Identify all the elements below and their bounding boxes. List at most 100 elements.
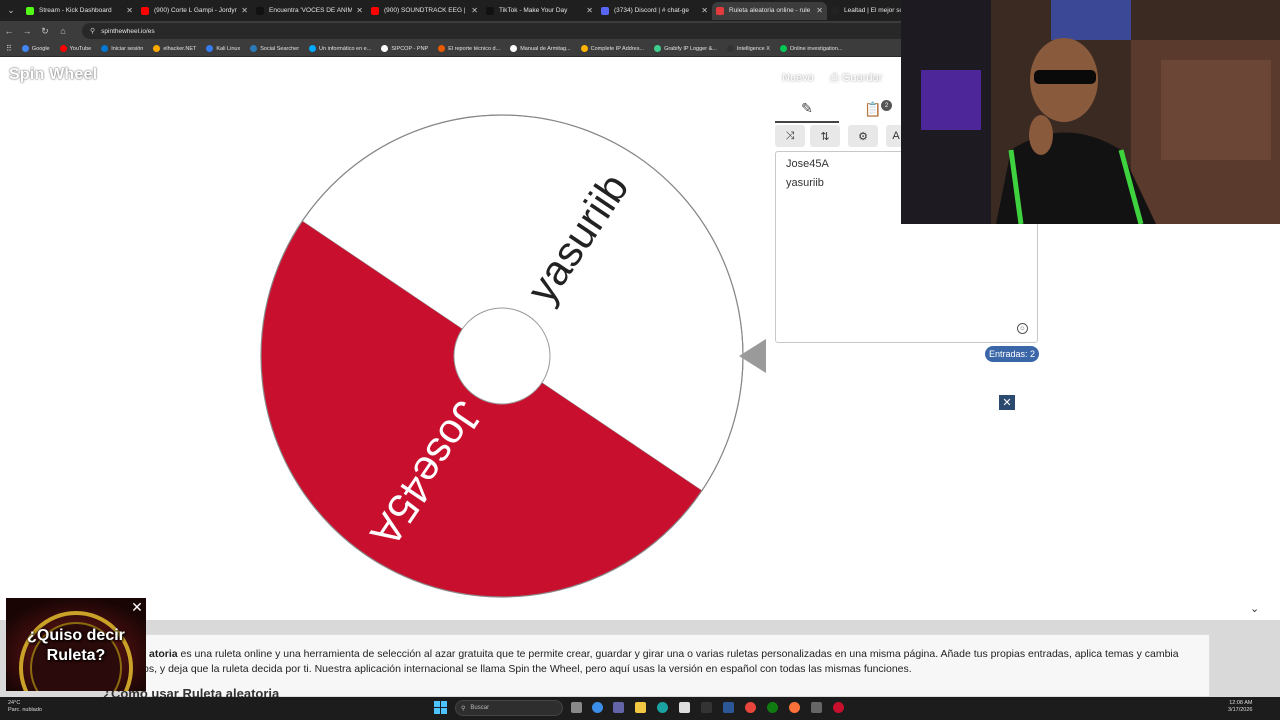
wheel-pointer [739,339,766,373]
bookmark-item[interactable]: elhacker.NET [153,45,196,52]
bookmark-label: Online investigation... [789,45,843,52]
clock-date: 3/17/2026 [1228,707,1253,713]
tab-close-icon[interactable]: ✕ [586,6,593,15]
shuffle-button[interactable]: ⤨ [775,125,805,147]
address-bar[interactable]: ⚲ spinthewheel.io/es [82,23,952,39]
bookmark-item[interactable]: El reporte técnico d... [438,45,500,52]
tab-entries[interactable]: ✎ [775,95,839,123]
search-placeholder: Buscar [470,705,490,711]
tab-close-icon[interactable]: ✕ [126,6,133,15]
url-text: spinthewheel.io/es [101,27,155,35]
bookmark-label: Complete IP Addres... [590,45,645,52]
settings-button[interactable]: ⚙ [848,125,878,147]
bookmark-item[interactable]: Un informático en e... [309,45,371,52]
tab-close-icon[interactable]: ✕ [816,6,823,15]
bookmark-favicon-icon [438,45,446,52]
bookmark-item[interactable]: Complete IP Addres... [580,45,645,52]
description-bold: atoria [149,648,178,660]
tab-favicon-icon [371,6,379,15]
weather-temp: 24°C [8,700,21,706]
tab-favicon-icon [256,6,264,15]
bookmark-favicon-icon [59,45,67,52]
bookmark-favicon-icon [654,45,662,52]
bookmark-item[interactable]: Social Searcher [250,45,299,52]
tab-close-icon[interactable]: ✕ [356,6,363,15]
description-text-2: os, y deja que la ruleta decida por ti. … [143,663,912,675]
firefox-icon[interactable] [789,702,800,713]
bookmark-item[interactable]: Google [21,45,50,52]
app-icon-3[interactable] [833,702,844,713]
site-logo[interactable]: Spin Wheel [9,66,97,84]
store-icon[interactable] [679,702,690,713]
bookmark-item[interactable]: Online investigation... [779,45,843,52]
tab-results[interactable]: 📋 [841,95,905,123]
tab-close-icon[interactable]: ✕ [701,6,708,15]
sort-button[interactable]: ⇅ [810,125,840,147]
close-icon[interactable]: ✕ [999,395,1015,410]
task-view-icon[interactable] [571,702,582,713]
bookmark-label: Manual de Armitag... [520,45,571,52]
bookmark-item[interactable]: Manual de Armitag... [510,45,571,52]
windows-start-icon[interactable] [434,701,447,714]
tab-favicon-icon [716,6,724,15]
tab-close-icon[interactable]: ✕ [241,6,248,15]
more-tools-label: A [892,130,900,142]
sort-icon: ⇅ [820,130,830,143]
new-button[interactable]: Nuevo [782,72,814,84]
browser-tab[interactable]: Ruleta aleatoria online - rule ✕ [712,1,827,20]
bookmark-item[interactable]: Grabify IP Logger &... [654,45,717,52]
back-icon[interactable]: ← [0,26,18,36]
bookmark-item[interactable]: Kali Linux [206,45,240,52]
file-explorer-icon[interactable] [635,702,646,713]
browser-tab[interactable]: TikTok - Make Your Day ✕ [482,2,597,20]
bookmark-favicon-icon [381,45,389,52]
bookmark-item[interactable]: Iniciar sesión [101,45,143,52]
xbox-icon[interactable] [767,702,778,713]
save-button[interactable]: ⎙ Guardar [830,72,882,85]
site-info-icon[interactable]: ⚲ [90,27,95,35]
save-label: Guardar [841,72,883,84]
tab-search-icon[interactable]: ⌄ [0,5,22,16]
wheel-center-hub[interactable] [453,307,551,405]
bookmark-item[interactable]: SIPCOP - PNP [381,45,428,52]
bookmark-item[interactable]: Intelligence X [726,45,770,52]
apps-icon[interactable]: ⠿ [6,44,12,53]
copilot-icon[interactable] [592,702,603,713]
shuffle-icon: ⤨ [785,129,795,142]
app-icon[interactable] [701,702,712,713]
bookmark-favicon-icon [726,45,734,52]
tab-close-icon[interactable]: ✕ [471,6,478,15]
webcam-video [901,0,1280,224]
chevron-down-icon[interactable]: ⌄ [1250,602,1259,615]
app-icon-2[interactable] [811,702,822,713]
bookmark-label: Grabify IP Logger &... [664,45,717,52]
gear-icon: ⚙ [858,130,868,143]
vscode-icon[interactable] [723,702,734,713]
browser-tab[interactable]: Stream - Kick Dashboard ✕ [22,2,137,20]
browser-tab[interactable]: (900) Corte L Gampi - Jordyn ✕ [137,2,252,20]
teams-icon[interactable] [613,702,624,713]
chrome-icon[interactable] [745,702,756,713]
spin-wheel[interactable]: yasuriib Jose45A [260,114,744,598]
weather-widget[interactable]: 24°C Parc. nublado [8,700,42,714]
suggestion-popup[interactable]: ¿Quiso decir Ruleta? ✕ [6,598,146,691]
description-text-1: es una ruleta online y una herramienta d… [177,648,1179,660]
reload-icon[interactable]: ↻ [36,26,54,37]
browser-tab[interactable]: Encuentra 'VOCES DE ANIMA ✕ [252,2,367,20]
forward-icon[interactable]: → [18,26,36,36]
tab-title: Stream - Kick Dashboard [39,7,112,14]
tab-title: Encuentra 'VOCES DE ANIMA [269,7,353,14]
home-icon[interactable]: ⌂ [54,26,72,36]
popup-message: ¿Quiso decir Ruleta? [6,626,146,666]
system-clock[interactable]: 12:08 AM 3/17/2026 [1228,700,1252,714]
taskbar-search[interactable]: ⚲ Buscar [455,700,563,716]
edge-icon[interactable] [657,702,668,713]
bookmark-item[interactable]: YouTube [59,45,91,52]
tab-title: Ruleta aleatoria online - rule [729,7,811,14]
bookmark-favicon-icon [206,45,214,52]
browser-tab[interactable]: (3734) Discord | # chat-ge ✕ [597,2,712,20]
tab-favicon-icon [831,6,839,15]
popup-close-icon[interactable]: ✕ [130,600,144,614]
emoji-icon[interactable]: ☺ [1017,323,1028,334]
browser-tab[interactable]: (900) SOUNDTRACK EEG | CC ✕ [367,2,482,20]
